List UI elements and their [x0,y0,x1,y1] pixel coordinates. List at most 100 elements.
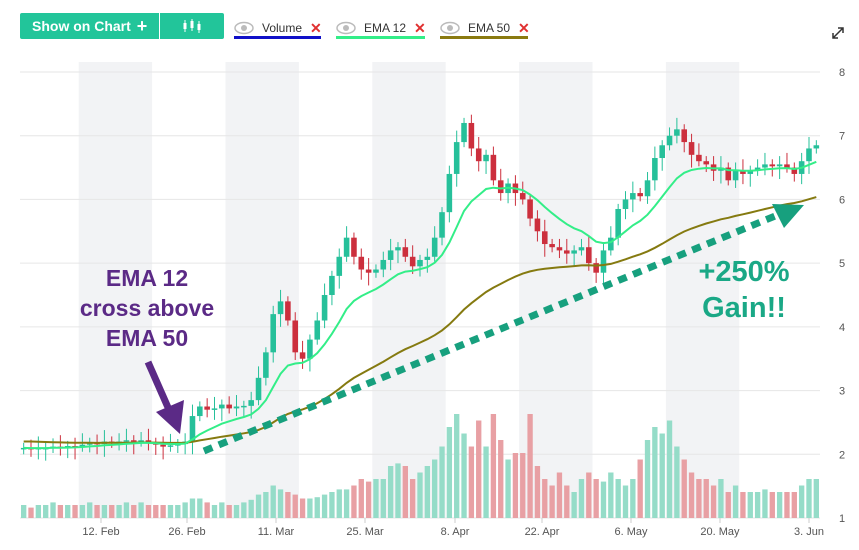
volume-bar [365,481,372,518]
y-tick-label: 4 [839,322,845,334]
purple-arrow [144,360,184,434]
volume-bar [615,479,621,518]
candle-body [483,154,489,162]
volume-bar [674,446,680,518]
candle-body [615,208,621,238]
candle-body [270,314,276,353]
volume-bar [600,481,607,518]
y-axis-ticks: 1 2 3 4 5 6 7 8 [839,67,845,525]
candle-body [431,237,438,257]
price-chart[interactable]: 12. Feb 26. Feb 11. Mar 25. Mar 8. Apr 22. Ap… [0,0,859,550]
candle-body [211,408,218,410]
candle-body [637,193,643,197]
volume-bar [696,479,702,518]
volume-bar [160,505,166,518]
volume-bar [285,492,291,518]
candle-body [123,440,130,442]
volume-bar [490,414,497,518]
candle-body [255,377,262,401]
volume-bar [740,492,746,518]
volume-bar [299,498,306,518]
candle-body [688,142,695,155]
candle-body [762,164,768,168]
candle-body [564,250,570,254]
volume-bar [725,492,731,518]
candle-body [380,259,387,270]
y-tick-label: 5 [839,258,845,270]
candle-body [468,122,475,149]
volume-bar [556,472,563,518]
candle-body [402,247,409,257]
week-band [372,62,446,518]
candle-body [241,405,247,408]
volume-bar [718,479,724,518]
volume-bar [622,485,629,518]
candle-body [644,180,651,197]
candle-body [343,237,350,257]
volume-bar [681,459,687,518]
candle-body [784,164,790,168]
candle-body [527,199,533,219]
candle-body [696,154,702,162]
volume-bar [35,505,42,518]
candle-body [769,164,776,167]
volume-bar [512,453,519,518]
volume-bar [644,440,651,518]
volume-bar [87,502,93,518]
volume-bar [446,427,453,518]
candle-body [233,406,240,409]
volume-bar [784,492,790,518]
candle-body [674,129,680,136]
volume-bar [652,427,658,518]
volume-bar [321,494,328,518]
x-tick-label: 22. Apr [525,526,560,538]
candle-body [424,256,431,260]
volume-bar [79,505,86,518]
volume-bar [798,485,805,518]
volume-bar [263,492,269,518]
candle-body [395,247,401,251]
volume-bar [255,494,262,518]
volume-bar [43,505,49,518]
candle-body [307,339,313,359]
candle-body [336,256,343,276]
cross-annotation-line2: cross above [80,295,214,321]
volume-bar [189,498,196,518]
volume-bar [182,502,188,518]
volume-bar [762,489,768,518]
volume-bar [424,466,431,518]
volume-bar [791,492,797,518]
candle-body [813,145,820,149]
volume-bar [21,505,27,518]
candle-body [292,320,299,353]
volume-bar [50,502,56,518]
candle-body [541,231,548,245]
candle-body [130,440,137,442]
candle-body [556,247,563,251]
candle-body [666,135,673,146]
volume-bar [373,479,379,518]
volume-bar [131,505,137,518]
cross-annotation-line3: EMA 50 [106,325,188,351]
candle-body [586,247,592,264]
gain-annotation-line2: Gain!! [702,292,786,324]
volume-bar [586,472,592,518]
volume-bar [28,507,34,518]
week-band [225,62,299,518]
volume-bar [292,494,298,518]
volume-bar [571,492,577,518]
candle-body [497,180,504,194]
candle-body [439,212,445,238]
candle-body [453,142,460,174]
volume-bar [204,502,210,518]
y-tick-label: 2 [839,449,845,461]
candle-body [446,173,453,213]
volume-bar [688,472,695,518]
candle-body [600,250,607,273]
volume-bar [564,485,570,518]
candle-body [321,295,328,321]
x-tick-label: 6. May [614,526,648,538]
volume-bar [145,505,152,518]
x-tick-label: 11. Mar [258,526,295,538]
volume-bar [329,492,335,518]
